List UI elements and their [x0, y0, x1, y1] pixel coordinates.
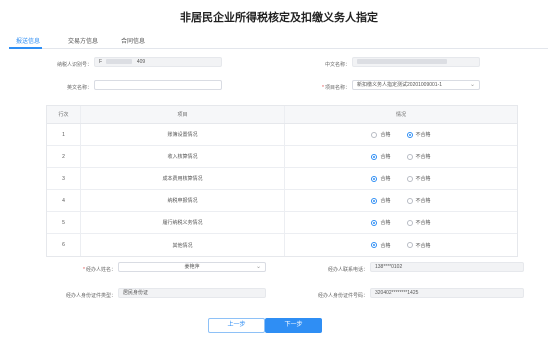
handler-name-select[interactable]: 姜艳萍 ⌄ [118, 262, 266, 272]
assessment-table: 行次 项目 情况 1 账簿设置情况 合格 不合格 2 收入核算情况 合格 不合格 3 成本费用核算… [46, 105, 518, 257]
handler-id-no-label: 经办人身份证件号码： [317, 293, 368, 299]
row-item: 其他情况 [81, 234, 285, 256]
english-name-input[interactable] [94, 80, 222, 90]
row-index: 3 [47, 168, 81, 189]
table-row: 5 履行纳税义务情况 合格 不合格 [47, 212, 517, 234]
handler-phone-label: 经办人联系电话： [327, 267, 368, 273]
row-index: 2 [47, 146, 81, 167]
row-index: 6 [47, 234, 81, 256]
radio-label: 不合格 [415, 176, 431, 182]
chinese-name-label: 中文名称： [324, 62, 350, 68]
row-item: 履行纳税义务情况 [81, 212, 285, 233]
radio-qualified[interactable]: 合格 [371, 242, 391, 249]
header-status: 情况 [395, 112, 406, 118]
prev-step-button[interactable]: 上一步 [208, 318, 265, 333]
radio-qualified[interactable]: 合格 [371, 197, 391, 204]
handler-id-type-label: 经办人身份证件类型： [65, 293, 116, 299]
required-mark: * [322, 85, 324, 91]
radio-label: 不合格 [415, 242, 431, 249]
row-item: 收入核算情况 [81, 146, 285, 167]
radio-qualified[interactable]: 合格 [371, 153, 391, 160]
radio-label: 不合格 [415, 220, 431, 226]
radio-label: 合格 [380, 242, 391, 249]
table-row: 2 收入核算情况 合格 不合格 [47, 146, 517, 168]
tab-bar: 报送信息 交易方信息 合同信息 [10, 35, 548, 49]
radio-circle-icon [371, 242, 378, 248]
row-status: 合格 不合格 [285, 190, 517, 211]
radio-unqualified[interactable]: 不合格 [406, 242, 431, 249]
radio-circle-icon [406, 131, 413, 138]
page-title: 非居民企业所得税核定及扣缴义务人指定 [180, 12, 378, 24]
header-index: 行次 [47, 106, 81, 123]
taxpayer-id-label: 纳税人识别号： [56, 62, 92, 68]
radio-label: 不合格 [415, 198, 431, 204]
chevron-down-icon: ⌄ [469, 82, 475, 88]
radio-circle-icon [406, 219, 413, 226]
radio-circle-icon [371, 131, 378, 138]
table-row: 3 成本费用核算情况 合格 不合格 [47, 168, 517, 190]
tab-counterparty-info[interactable]: 交易方信息 [68, 36, 98, 45]
masked-text [357, 59, 447, 65]
radio-qualified[interactable]: 合格 [371, 131, 391, 138]
project-name-value: 新扣缴义务人指定测试20201009001-1 [357, 82, 443, 88]
table-row: 6 其他情况 合格 不合格 [47, 234, 517, 256]
header-item: 项目 [81, 106, 285, 123]
tab-submission-info[interactable]: 报送信息 [16, 36, 40, 45]
radio-unqualified[interactable]: 不合格 [406, 219, 431, 226]
radio-unqualified[interactable]: 不合格 [406, 131, 431, 138]
row-status: 合格 不合格 [285, 234, 517, 256]
radio-label: 不合格 [415, 154, 431, 160]
radio-label: 合格 [380, 176, 391, 182]
radio-circle-icon [406, 242, 413, 248]
taxpayer-id-prefix: F [99, 59, 103, 65]
radio-unqualified[interactable]: 不合格 [406, 175, 431, 182]
row-status: 合格 不合格 [285, 168, 517, 189]
tab-contract-info[interactable]: 合同信息 [121, 36, 145, 45]
row-item: 纳税申报情况 [81, 190, 285, 211]
chinese-name-field [352, 57, 480, 67]
radio-qualified[interactable]: 合格 [371, 175, 391, 182]
radio-label: 合格 [380, 132, 391, 138]
radio-circle-icon [406, 197, 413, 204]
handler-name-label: *经办人姓名： [83, 267, 116, 273]
table-row: 1 账簿设置情况 合格 不合格 [47, 124, 517, 146]
radio-circle-icon [371, 219, 378, 226]
row-status: 合格 不合格 [285, 212, 517, 233]
radio-label: 合格 [380, 198, 391, 204]
radio-label: 合格 [380, 154, 391, 160]
required-mark: * [83, 267, 85, 273]
row-item: 账簿设置情况 [81, 124, 285, 145]
row-index: 1 [47, 124, 81, 145]
radio-circle-icon [371, 197, 378, 204]
handler-id-no-field: 320402********1425 [370, 288, 524, 298]
table-row: 4 纳税申报情况 合格 不合格 [47, 190, 517, 212]
radio-circle-icon [406, 153, 413, 160]
active-tab-indicator [9, 47, 42, 49]
masked-text [106, 59, 133, 65]
radio-label: 合格 [380, 220, 391, 226]
radio-unqualified[interactable]: 不合格 [406, 153, 431, 160]
radio-label: 不合格 [415, 132, 431, 138]
radio-circle-icon [371, 153, 378, 160]
radio-circle-icon [371, 175, 378, 182]
row-index: 4 [47, 190, 81, 211]
next-step-button[interactable]: 下一步 [265, 318, 322, 333]
project-name-select[interactable]: 新扣缴义务人指定测试20201009001-1 ⌄ [352, 80, 480, 90]
radio-circle-icon [406, 175, 413, 182]
row-index: 5 [47, 212, 81, 233]
table-header: 行次 项目 情况 [47, 106, 517, 124]
english-name-label: 英文名称： [66, 85, 92, 91]
row-status: 合格 不合格 [285, 124, 517, 145]
handler-id-type-field: 居民身份证 [118, 288, 266, 298]
taxpayer-id-field: F 409 [94, 57, 222, 67]
row-item: 成本费用核算情况 [81, 168, 285, 189]
radio-unqualified[interactable]: 不合格 [406, 197, 431, 204]
taxpayer-id-suffix: 409 [136, 59, 146, 65]
row-status: 合格 不合格 [285, 146, 517, 167]
handler-phone-field: 138****0102 [370, 262, 524, 272]
project-name-label: *项目名称： [322, 85, 350, 91]
handler-name-value: 姜艳萍 [184, 264, 200, 270]
radio-qualified[interactable]: 合格 [371, 219, 391, 226]
chevron-down-icon: ⌄ [255, 264, 261, 270]
